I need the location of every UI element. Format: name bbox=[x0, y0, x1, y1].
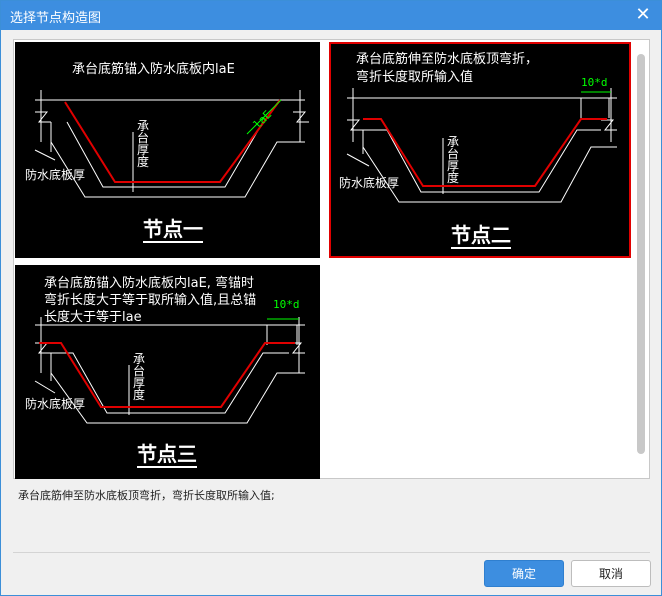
node-1-caption-line-1: 承台底筋锚入防水底板内laE bbox=[72, 62, 235, 77]
node-1-thickness-label: 承台厚度 bbox=[137, 119, 150, 169]
node-2-title: 节点二 bbox=[451, 223, 511, 249]
node-2-caption-line-1: 承台底筋伸至防水底板顶弯折， bbox=[356, 52, 539, 67]
confirm-button[interactable]: 确定 bbox=[484, 560, 564, 587]
vertical-scrollbar[interactable] bbox=[637, 54, 645, 454]
node-2-thickness-label: 承台厚度 bbox=[447, 135, 460, 185]
divider bbox=[13, 552, 650, 553]
node-3-side-label: 防水底板厚 bbox=[25, 397, 86, 411]
node-3-dimension-label: 10*d bbox=[273, 298, 300, 311]
title-bar[interactable]: 选择节点构造图 ✕ bbox=[1, 1, 661, 30]
node-2-dimension-label: 10*d bbox=[581, 76, 608, 89]
node-3-caption-line-1: 承台底筋锚入防水底板内laE, 弯锚时 bbox=[44, 276, 255, 291]
dialog-window: 选择节点构造图 ✕ 承台底筋锚入防水底板内laE laE 承台厚度 防水底板厚 … bbox=[0, 0, 662, 596]
node-1-title: 节点一 bbox=[143, 217, 203, 243]
node-3-caption-line-2: 弯折长度大于等于取所输入值,且总锚 bbox=[44, 293, 257, 308]
node-3-caption-line-3: 长度大于等于lae bbox=[44, 310, 142, 325]
node-option-3[interactable]: 承台底筋锚入防水底板内laE, 弯锚时 弯折长度大于等于取所输入值,且总锚 长度… bbox=[15, 265, 320, 479]
node-gallery: 承台底筋锚入防水底板内laE laE 承台厚度 防水底板厚 节点一 承台底筋伸至… bbox=[13, 39, 650, 479]
node-3-title: 节点三 bbox=[137, 442, 197, 468]
node-2-side-label: 防水底板厚 bbox=[339, 176, 400, 190]
close-icon[interactable]: ✕ bbox=[633, 5, 653, 25]
dialog-title: 选择节点构造图 bbox=[10, 11, 102, 26]
node-option-2[interactable]: 承台底筋伸至防水底板顶弯折， 弯折长度取所输入值 10*d 承台厚度 防水底板厚… bbox=[329, 42, 631, 258]
node-3-thickness-label: 承台厚度 bbox=[133, 352, 146, 402]
cancel-button[interactable]: 取消 bbox=[571, 560, 651, 587]
node-option-1[interactable]: 承台底筋锚入防水底板内laE laE 承台厚度 防水底板厚 节点一 bbox=[15, 42, 320, 258]
selection-description: 承台底筋伸至防水底板顶弯折，弯折长度取所输入值; bbox=[18, 489, 275, 502]
node-2-caption-line-2: 弯折长度取所输入值 bbox=[356, 70, 474, 85]
node-1-side-label: 防水底板厚 bbox=[25, 168, 86, 182]
